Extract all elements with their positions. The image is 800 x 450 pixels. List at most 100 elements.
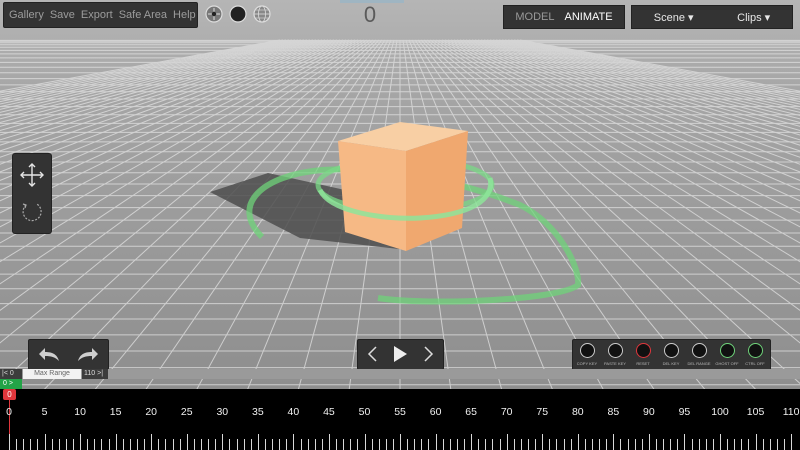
timeline-tick [783, 439, 785, 450]
timeline-label: 80 [571, 406, 584, 418]
timeline-tick [627, 439, 629, 450]
mode-animate-button[interactable]: ANIMATE [565, 11, 613, 23]
timeline-tick [193, 439, 195, 450]
timeline-label: 100 [711, 406, 729, 418]
timeline-tick [641, 439, 643, 450]
timeline-tick [80, 434, 82, 450]
menu-save[interactable]: Save [47, 9, 78, 21]
timeline-tick [72, 439, 74, 450]
timeline-tick [328, 434, 330, 450]
timeline-tick [158, 439, 160, 450]
timeline-tick [456, 439, 458, 450]
range-start[interactable]: |< 0 [0, 369, 22, 379]
menu-gallery[interactable]: Gallery [4, 9, 47, 21]
timeline-label: 20 [145, 406, 158, 418]
wireframe-globe-icon[interactable] [253, 5, 271, 23]
timeline-tick [65, 439, 67, 450]
timeline-tick [720, 434, 721, 450]
timeline-tick [556, 439, 558, 450]
undo-redo-panel [28, 339, 109, 370]
menu-help[interactable]: Help [170, 9, 199, 21]
timeline-label: 85 [607, 406, 620, 418]
timeline-tick [101, 439, 103, 450]
copy-key-icon [580, 343, 595, 358]
timeline-tick [634, 439, 636, 450]
playhead-marker[interactable]: 0 [3, 389, 16, 400]
timeline-tick [51, 439, 53, 450]
cube-object [338, 122, 468, 251]
timeline-label: 105 [746, 406, 765, 418]
range-end[interactable]: 110 >| [82, 369, 108, 379]
timeline-label: 0 [6, 406, 12, 418]
play-icon[interactable] [391, 344, 409, 364]
timeline-tick [734, 439, 736, 450]
timeline-tick [108, 439, 110, 450]
timeline-tick [492, 439, 494, 450]
timeline-tick [371, 439, 373, 450]
timeline-tick [343, 439, 345, 450]
range-bar: |< 0 Max Range 110 >| [0, 369, 800, 379]
light-direction-icon[interactable] [205, 5, 223, 23]
timeline-tick [165, 439, 167, 450]
timeline-tick [606, 439, 608, 450]
copy-key-button[interactable]: COPY KEY [574, 342, 600, 370]
next-frame-icon[interactable] [421, 345, 435, 363]
clips-dropdown[interactable]: Clips ▾ [737, 11, 770, 24]
range-indicator[interactable]: 0 > [0, 379, 22, 389]
reset-button[interactable]: RESET [630, 342, 656, 370]
timeline-tick [599, 439, 601, 450]
timeline-tick [200, 439, 202, 450]
timeline-tick [300, 439, 302, 450]
timeline-tick [691, 439, 693, 450]
timeline-label: 5 [41, 406, 48, 418]
timeline-tick [151, 434, 153, 450]
timeline-tick [791, 434, 793, 450]
playback-panel [357, 339, 444, 370]
max-range-field[interactable]: Max Range [23, 369, 81, 379]
timeline-tick [570, 439, 572, 450]
move-tool-icon[interactable] [19, 162, 45, 188]
undo-icon[interactable] [37, 345, 61, 363]
timeline-label: 110 [782, 406, 800, 418]
timeline-tick [229, 439, 231, 450]
mode-model-button[interactable]: MODEL [515, 11, 554, 23]
timeline-label: 75 [536, 406, 549, 418]
timeline-label: 30 [216, 406, 229, 418]
menu-safe-area[interactable]: Safe Area [116, 9, 170, 21]
timeline-tick [471, 434, 473, 450]
timeline-tick [428, 439, 430, 450]
3d-viewport[interactable] [0, 0, 800, 390]
timeline-ruler[interactable]: 0 0 5 10 15 20 25 30 35 40 45 50 55 60 65 70 75 80 85 90 95… [0, 389, 800, 450]
timeline-label: 25 [180, 406, 193, 418]
timeline-tick [222, 434, 224, 450]
mode-switch: MODEL ANIMATE [503, 5, 625, 29]
timeline-tick [115, 434, 117, 450]
rotate-tool-icon[interactable] [20, 200, 44, 224]
timeline-tick [9, 434, 10, 450]
timeline-tick [620, 439, 622, 450]
timeline-tick [684, 434, 686, 450]
timeline-tick [478, 439, 480, 450]
paste-key-button[interactable]: PASTE KEY [602, 342, 628, 370]
timeline-label: 65 [465, 406, 477, 418]
timeline-tick [257, 434, 259, 450]
timeline-tick [513, 439, 515, 450]
previous-frame-icon[interactable] [366, 345, 380, 363]
scene-clips-menu: Scene ▾ Clips ▾ [631, 5, 793, 29]
timeline-tick [592, 439, 594, 450]
shading-solid-icon[interactable] [229, 5, 247, 23]
timeline-tick [442, 439, 444, 450]
scene-dropdown[interactable]: Scene ▾ [654, 11, 694, 24]
ghost-off-button[interactable]: GHOST OFF [714, 342, 740, 370]
ctrl-off-button[interactable]: CTRL OFF [742, 342, 768, 370]
timeline-tick [336, 439, 338, 450]
menu-export[interactable]: Export [78, 9, 116, 21]
ghost-icon [720, 343, 735, 358]
timeline-tick [357, 439, 359, 450]
del-range-button[interactable]: DEL RANGE [686, 342, 712, 370]
timeline-label: 45 [323, 406, 335, 418]
del-key-button[interactable]: DEL KEY [658, 342, 684, 370]
timeline-label: 35 [252, 406, 264, 418]
redo-icon[interactable] [76, 345, 100, 363]
timeline-tick [542, 434, 544, 450]
